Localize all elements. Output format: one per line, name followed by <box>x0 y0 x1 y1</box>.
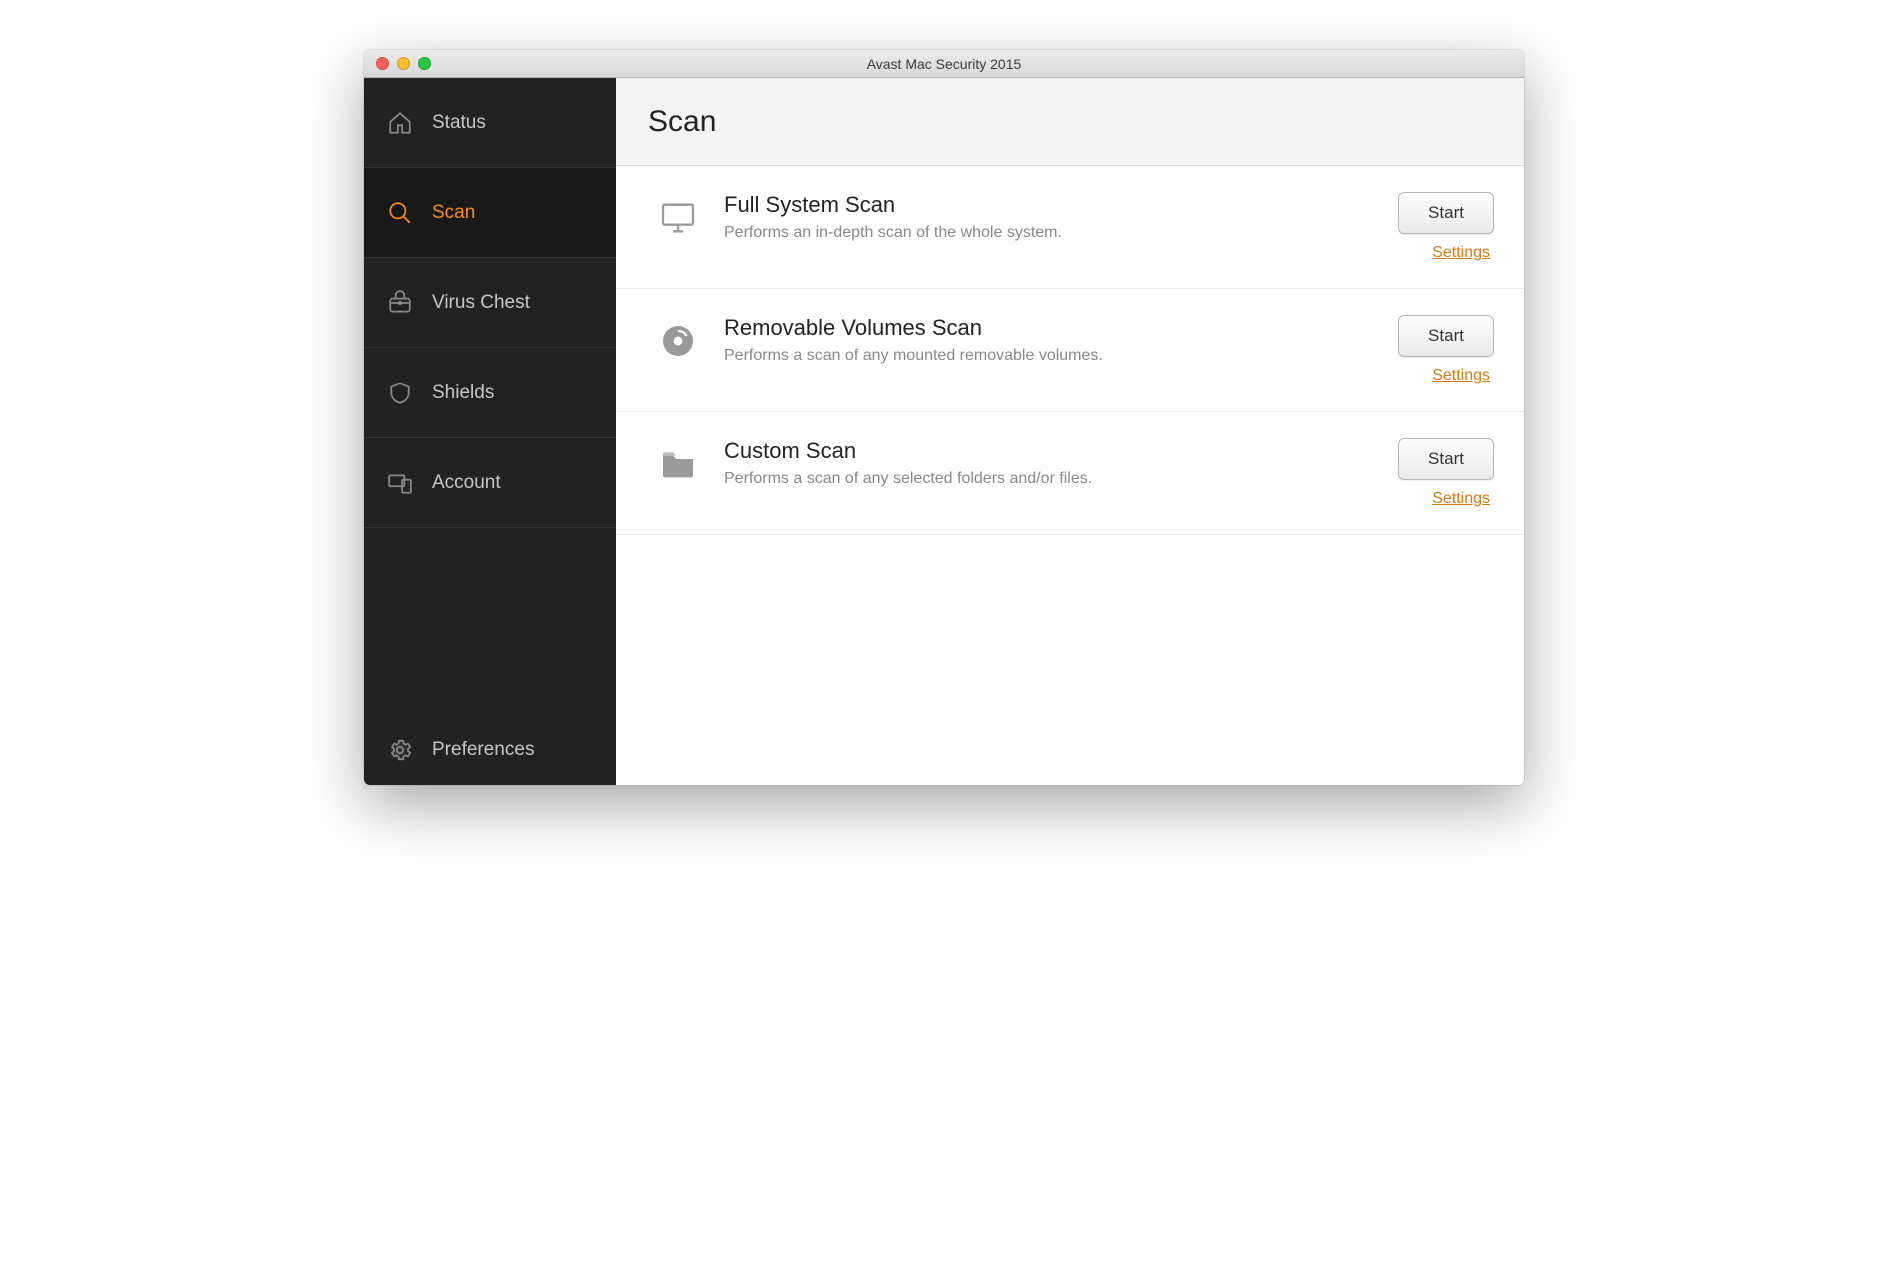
sidebar-item-status[interactable]: Status <box>364 78 616 168</box>
scan-desc: Performs a scan of any selected folders … <box>724 470 1374 488</box>
sidebar-item-label: Virus Chest <box>432 292 530 314</box>
window-title: Avast Mac Security 2015 <box>364 56 1524 72</box>
zoom-icon[interactable] <box>418 57 431 70</box>
scan-actions: Start Settings <box>1398 192 1494 262</box>
chest-icon <box>386 289 414 317</box>
settings-link[interactable]: Settings <box>1432 367 1494 385</box>
titlebar: Avast Mac Security 2015 <box>364 50 1524 78</box>
scan-desc: Performs an in-depth scan of the whole s… <box>724 224 1374 242</box>
page-title: Scan <box>648 105 716 139</box>
sidebar-item-label: Preferences <box>432 739 534 761</box>
scan-title: Removable Volumes Scan <box>724 315 1374 341</box>
sidebar-item-preferences[interactable]: Preferences <box>364 715 616 785</box>
folder-icon <box>656 442 700 486</box>
scan-title: Full System Scan <box>724 192 1374 218</box>
settings-link[interactable]: Settings <box>1432 244 1494 262</box>
scan-text: Removable Volumes Scan Performs a scan o… <box>724 315 1374 365</box>
scan-actions: Start Settings <box>1398 315 1494 385</box>
settings-link[interactable]: Settings <box>1432 490 1494 508</box>
window-controls <box>364 57 431 70</box>
scan-desc: Performs a scan of any mounted removable… <box>724 347 1374 365</box>
main-panel: Scan Full System Scan Performs an in-dep… <box>616 78 1524 785</box>
sidebar-item-label: Account <box>432 472 501 494</box>
close-icon[interactable] <box>376 57 389 70</box>
scan-list: Full System Scan Performs an in-depth sc… <box>616 166 1524 535</box>
scan-row-custom: Custom Scan Performs a scan of any selec… <box>616 412 1524 535</box>
devices-icon <box>386 469 414 497</box>
minimize-icon[interactable] <box>397 57 410 70</box>
disc-icon <box>656 319 700 363</box>
sidebar-item-scan[interactable]: Scan <box>364 168 616 258</box>
scan-actions: Start Settings <box>1398 438 1494 508</box>
main-header: Scan <box>616 78 1524 166</box>
scan-text: Full System Scan Performs an in-depth sc… <box>724 192 1374 242</box>
window-body: Status Scan Virus Chest Shields <box>364 78 1524 785</box>
sidebar-item-label: Status <box>432 112 486 134</box>
start-button[interactable]: Start <box>1398 438 1494 480</box>
sidebar-spacer <box>364 528 616 715</box>
app-window: Avast Mac Security 2015 Status Scan Vi <box>364 50 1524 785</box>
sidebar: Status Scan Virus Chest Shields <box>364 78 616 785</box>
gear-icon <box>386 736 414 764</box>
sidebar-item-virus-chest[interactable]: Virus Chest <box>364 258 616 348</box>
scan-row-removable: Removable Volumes Scan Performs a scan o… <box>616 289 1524 412</box>
start-button[interactable]: Start <box>1398 192 1494 234</box>
home-icon <box>386 109 414 137</box>
sidebar-item-label: Scan <box>432 202 475 224</box>
scan-title: Custom Scan <box>724 438 1374 464</box>
scan-row-full-system: Full System Scan Performs an in-depth sc… <box>616 166 1524 289</box>
search-icon <box>386 199 414 227</box>
start-button[interactable]: Start <box>1398 315 1494 357</box>
sidebar-item-shields[interactable]: Shields <box>364 348 616 438</box>
sidebar-item-label: Shields <box>432 382 494 404</box>
shield-icon <box>386 379 414 407</box>
sidebar-item-account[interactable]: Account <box>364 438 616 528</box>
scan-text: Custom Scan Performs a scan of any selec… <box>724 438 1374 488</box>
monitor-icon <box>656 196 700 240</box>
